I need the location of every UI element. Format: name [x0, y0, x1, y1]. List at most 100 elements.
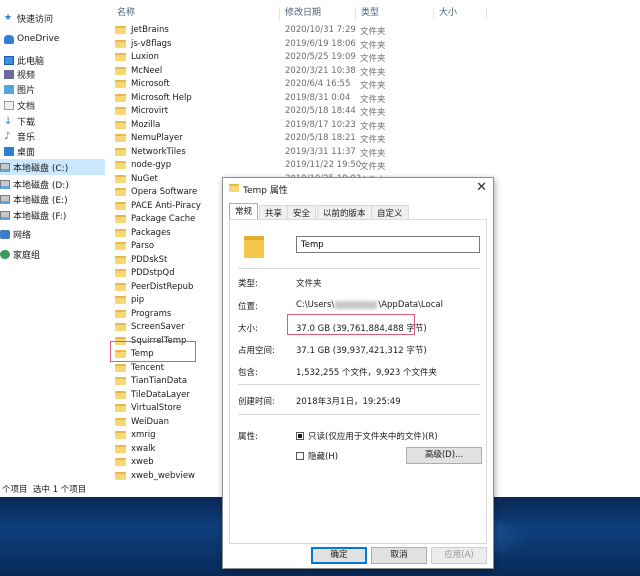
- ok-button[interactable]: 确定: [311, 547, 367, 564]
- folder-icon: [115, 377, 126, 385]
- file-row[interactable]: NetworkTiles 2019/3/31 11:37 文件夹: [105, 146, 640, 160]
- column-date[interactable]: 修改日期: [281, 7, 356, 21]
- file-row[interactable]: Microvirt 2020/5/18 18:44 文件夹: [105, 105, 640, 119]
- drive-icon: [0, 194, 10, 204]
- type-label: 类型:: [238, 279, 258, 289]
- size-value: 37.0 GB (39,761,884,488 字节): [296, 324, 427, 334]
- nav-item-label: 网络: [13, 230, 32, 241]
- file-type: 文件夹: [360, 135, 386, 145]
- document-icon: [4, 100, 14, 110]
- nav-item[interactable]: 桌面: [0, 143, 105, 159]
- divider: [238, 414, 480, 415]
- nav-item[interactable]: OneDrive: [0, 31, 105, 47]
- folder-name-input[interactable]: [296, 236, 480, 253]
- file-row[interactable]: node-gyp 2019/11/22 19:50 文件夹: [105, 159, 640, 173]
- file-date: 2020/5/18 18:21: [285, 133, 356, 143]
- column-type[interactable]: 类型: [357, 7, 434, 21]
- file-name: Luxion: [131, 52, 159, 62]
- file-type: 文件夹: [360, 81, 386, 91]
- drive-icon: [0, 162, 10, 172]
- folder-icon: [115, 215, 126, 223]
- file-date: 2020/3/21 10:38: [285, 65, 356, 76]
- file-name-cell: Package Cache: [115, 214, 195, 224]
- hidden-checkbox[interactable]: 隐藏(H): [296, 450, 338, 462]
- video-icon: [4, 69, 14, 79]
- file-row[interactable]: NemuPlayer 2020/5/18 18:21 文件夹: [105, 132, 640, 146]
- cancel-button[interactable]: 取消: [371, 547, 427, 564]
- file-name: Packages: [131, 227, 171, 238]
- hidden-check-box[interactable]: [296, 452, 304, 460]
- apply-button[interactable]: 应用(A): [431, 547, 487, 564]
- file-name-cell: Parso: [115, 241, 154, 251]
- column-size[interactable]: 大小: [435, 7, 487, 21]
- file-name-cell: WeiDuan: [115, 417, 169, 427]
- music-icon: ♪: [4, 130, 11, 142]
- status-selected: 选中 1 个项目: [33, 485, 87, 495]
- nav-item[interactable]: ★ 快速访问: [0, 10, 105, 26]
- file-name-cell: NetworkTiles: [115, 147, 186, 157]
- file-name-cell: js-v8flags: [115, 39, 171, 49]
- file-name: xwalk: [131, 443, 156, 454]
- readonly-checkbox[interactable]: 只读(仅应用于文件夹中的文件)(R): [296, 430, 438, 442]
- nav-item[interactable]: 本地磁盘 (C:): [0, 159, 105, 175]
- file-row[interactable]: McNeel 2020/3/21 10:38 文件夹: [105, 65, 640, 79]
- type-value: 文件夹: [296, 279, 322, 289]
- nav-item[interactable]: 文档: [0, 97, 105, 113]
- divider: [238, 384, 480, 385]
- nav-item[interactable]: 本地磁盘 (F:): [0, 207, 105, 223]
- file-name: Microsoft Help: [131, 92, 192, 103]
- file-name-cell: Temp: [115, 349, 154, 359]
- nav-item[interactable]: 图片: [0, 81, 105, 97]
- nav-item[interactable]: 本地磁盘 (E:): [0, 191, 105, 207]
- nav-item[interactable]: 视频: [0, 66, 105, 82]
- file-type: 文件夹: [360, 108, 386, 118]
- nav-item[interactable]: ♪ 音乐: [0, 128, 105, 144]
- blurred-username: [335, 300, 378, 309]
- nav-item[interactable]: 家庭组: [0, 246, 105, 262]
- file-name-cell: xwalk: [115, 444, 155, 454]
- dialog-titlebar[interactable]: Temp 属性 ✕: [223, 178, 493, 200]
- contains-label: 包含:: [238, 368, 258, 378]
- nav-item[interactable]: 本地磁盘 (D:): [0, 176, 105, 192]
- file-row[interactable]: JetBrains 2020/10/31 7:29 文件夹: [105, 24, 640, 38]
- location-value: C:\Users\ \AppData\Local: [296, 300, 443, 310]
- file-type: 文件夹: [360, 121, 386, 132]
- folder-icon: [115, 161, 126, 169]
- file-name-cell: Packages: [115, 228, 171, 238]
- file-name: xmrig: [131, 430, 156, 440]
- desktop-icon: [4, 146, 14, 156]
- advanced-button[interactable]: 高级(D)...: [406, 447, 482, 464]
- file-name-cell: xweb: [115, 457, 154, 467]
- nav-item[interactable]: ↓ 下载: [0, 113, 105, 129]
- created-value: 2018年3月1日，19:25:49: [296, 397, 401, 407]
- size-label: 大小:: [238, 324, 258, 334]
- file-row[interactable]: Microsoft 2020/6/4 16:55 文件夹: [105, 78, 640, 92]
- file-row[interactable]: js-v8flags 2019/6/19 18:06 文件夹: [105, 38, 640, 52]
- file-name: PDDstpQd: [131, 268, 175, 278]
- nav-item[interactable]: 网络: [0, 226, 105, 242]
- file-name: VirtualStore: [131, 403, 182, 413]
- tab-general[interactable]: 常规: [229, 203, 259, 219]
- location-label: 位置:: [238, 302, 258, 312]
- file-row[interactable]: Luxion 2020/5/25 19:09 文件夹: [105, 51, 640, 65]
- tab-sharing[interactable]: 共享: [259, 205, 289, 219]
- nav-item-label: 文档: [17, 101, 36, 112]
- file-name: PACE Anti-Piracy: [131, 200, 201, 211]
- file-name-cell: VirtualStore: [115, 403, 181, 413]
- hidden-label: 隐藏(H): [308, 452, 339, 462]
- file-name: PDDskSt: [131, 254, 168, 265]
- folder-icon: [115, 201, 126, 210]
- file-row[interactable]: Mozilla 2019/8/17 10:23 文件夹: [105, 119, 640, 133]
- tab-previous-versions[interactable]: 以前的版本: [317, 205, 372, 219]
- tab-security[interactable]: 安全: [287, 205, 317, 219]
- file-name: js-v8flags: [131, 38, 172, 49]
- file-row[interactable]: Microsoft Help 2019/8/31 0:04 文件夹: [105, 92, 640, 106]
- file-name: pip: [131, 295, 145, 305]
- tab-customize[interactable]: 自定义: [371, 205, 409, 219]
- column-name[interactable]: 名称: [113, 7, 280, 21]
- file-name-cell: Mozilla: [115, 120, 160, 130]
- nav-item-label: 图片: [17, 85, 36, 96]
- file-name: Microsoft: [131, 79, 170, 89]
- close-icon[interactable]: ✕: [476, 180, 487, 195]
- readonly-check-box[interactable]: [296, 432, 304, 440]
